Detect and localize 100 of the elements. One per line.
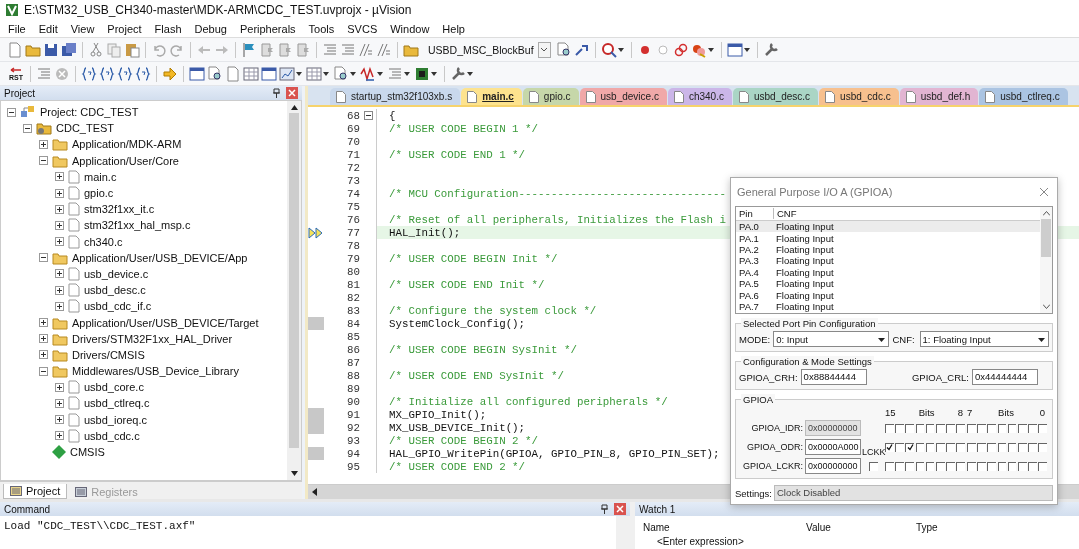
menu-item[interactable]: Help [442, 22, 465, 35]
menu-item[interactable]: Tools [308, 22, 335, 35]
checkbox[interactable] [935, 461, 945, 471]
caret-icon[interactable] [617, 46, 624, 53]
expand-icon[interactable] [55, 398, 64, 408]
expand-icon[interactable] [55, 188, 64, 198]
tree-item[interactable]: usbd_desc.c [84, 284, 146, 297]
file-tab[interactable]: main.c [461, 88, 522, 105]
window-icon[interactable] [726, 41, 743, 58]
caret-icon[interactable] [707, 46, 714, 53]
save-all-icon[interactable] [61, 41, 77, 58]
checkbox[interactable] [1028, 461, 1037, 471]
menu-item[interactable]: Project [107, 22, 142, 35]
checkbox[interactable] [967, 461, 976, 471]
menu-item[interactable]: Peripherals [239, 22, 296, 35]
caret-icon[interactable] [467, 70, 473, 77]
chip-icon[interactable] [414, 65, 430, 82]
pin-row[interactable]: PA.1 Floating Input [736, 232, 1040, 244]
file-tab[interactable]: ch340.c [667, 88, 732, 105]
file-tab[interactable]: usbd_desc.c [732, 88, 819, 105]
close-icon[interactable] [1039, 187, 1049, 197]
checkbox[interactable] [868, 461, 878, 471]
checkbox[interactable] [967, 442, 976, 452]
pin-icon[interactable] [272, 88, 281, 98]
register-field[interactable]: 0x00000000 [805, 420, 861, 436]
tree-item[interactable]: usbd_ioreq.c [84, 413, 147, 426]
checkbox[interactable] [1017, 423, 1027, 433]
tree-item[interactable]: Project: CDC_TEST [40, 106, 139, 119]
checkbox[interactable] [1007, 442, 1017, 452]
checkbox[interactable] [956, 442, 965, 452]
tree-item[interactable]: CDC_TEST [56, 122, 115, 135]
file-tab[interactable]: usb_device.c [579, 88, 667, 105]
expand-icon[interactable] [39, 139, 48, 149]
expand-icon[interactable] [55, 415, 64, 425]
checkbox[interactable] [997, 423, 1007, 433]
tree-item[interactable]: gpio.c [84, 187, 114, 200]
checkbox[interactable] [885, 423, 894, 433]
checkbox[interactable] [925, 442, 935, 452]
tree-item[interactable]: usb_device.c [84, 267, 149, 280]
caret-icon[interactable] [431, 70, 437, 77]
column-header[interactable]: CNF [774, 208, 797, 219]
braces-icon[interactable] [117, 65, 133, 82]
scrollbar[interactable] [287, 101, 301, 480]
column-header[interactable]: Type [916, 522, 1079, 533]
checkbox[interactable] [1007, 461, 1017, 471]
column-header[interactable]: Pin [736, 208, 774, 219]
scroll-down-icon[interactable] [290, 471, 298, 476]
pin-row[interactable]: PA.2 Floating Input [736, 243, 1040, 256]
checkbox[interactable] [946, 423, 955, 433]
braces-icon[interactable] [99, 65, 115, 82]
expand-icon[interactable] [55, 269, 64, 279]
close-icon[interactable] [286, 87, 298, 99]
tree-item[interactable]: Application/User/USB_DEVICE/App [72, 251, 248, 264]
collapse-icon[interactable] [23, 123, 32, 133]
menu-item[interactable]: View [70, 22, 95, 35]
chart-icon[interactable] [279, 65, 295, 82]
collapse-icon[interactable] [7, 107, 16, 117]
expand-icon[interactable] [55, 301, 64, 311]
checkbox[interactable] [935, 423, 945, 433]
checkbox[interactable] [946, 442, 955, 452]
checkbox[interactable] [905, 423, 915, 433]
tree-item[interactable]: main.c [84, 170, 117, 183]
debug-icon[interactable] [600, 41, 617, 58]
comment-icon[interactable] [358, 41, 374, 58]
tree-item[interactable]: Drivers/STM32F1xx_HAL_Driver [72, 332, 233, 345]
checkbox[interactable] [895, 461, 904, 471]
tree-item[interactable]: stm32f1xx_hal_msp.c [84, 219, 191, 232]
checkbox[interactable] [885, 442, 894, 452]
menu-item[interactable]: Edit [38, 22, 58, 35]
checkbox[interactable] [977, 461, 986, 471]
expand-icon[interactable] [55, 172, 64, 182]
checkbox[interactable] [1017, 442, 1027, 452]
pin-icon[interactable] [600, 504, 609, 514]
tools-icon[interactable] [450, 65, 466, 82]
file-search-icon[interactable] [207, 65, 223, 82]
uncomment-icon[interactable] [376, 41, 392, 58]
checkbox[interactable] [967, 423, 976, 433]
menu-item[interactable]: Window [390, 22, 430, 35]
checkbox[interactable] [915, 461, 925, 471]
caret-icon[interactable] [377, 70, 383, 77]
tree-item[interactable]: usbd_ctlreq.c [84, 397, 150, 410]
checkbox[interactable] [895, 442, 904, 452]
arrow-icon[interactable] [162, 65, 178, 82]
wave-icon[interactable] [360, 65, 376, 82]
pin-row[interactable]: PA.7 Floating Input [736, 300, 1040, 313]
braces-icon[interactable] [81, 65, 97, 82]
tree-item[interactable]: Application/User/Core [72, 154, 179, 167]
edit-icon[interactable] [333, 65, 349, 82]
column-header[interactable]: Value [806, 522, 916, 533]
expand-icon[interactable] [55, 237, 64, 247]
file-tab[interactable]: gpio.c [522, 88, 579, 105]
expand-icon[interactable] [55, 431, 64, 441]
checkbox[interactable] [925, 461, 935, 471]
tree-item[interactable]: Application/MDK-ARM [72, 138, 182, 151]
scroll-up-icon[interactable] [290, 105, 298, 110]
checkbox[interactable] [905, 442, 915, 452]
scroll-left-icon[interactable] [312, 488, 317, 496]
enter-expression-row[interactable]: <Enter expression> [657, 536, 744, 547]
caret-icon[interactable] [743, 46, 750, 53]
find-field[interactable]: USBD_MSC_BlockBuf [424, 43, 538, 56]
